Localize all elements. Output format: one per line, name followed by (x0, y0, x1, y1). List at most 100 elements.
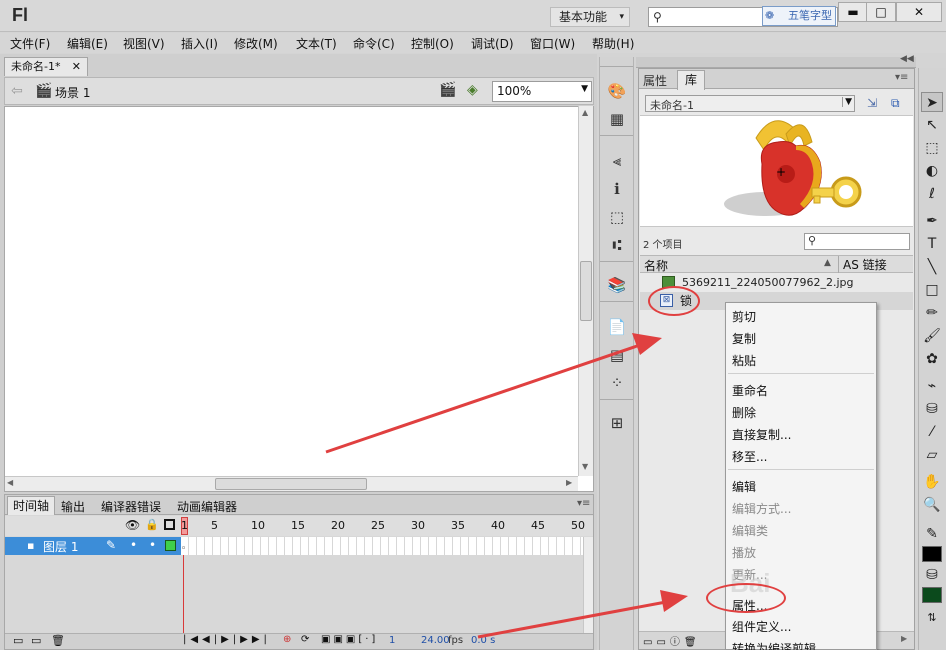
scrollbar-thumb[interactable] (215, 478, 367, 490)
menu-item-move-to[interactable]: 移至... (732, 448, 767, 465)
scene-label[interactable]: 场景 1 (55, 84, 90, 101)
subselection-tool-icon[interactable]: ↖ (921, 115, 943, 135)
collapse-panel-icon[interactable]: ◀◀ (900, 54, 914, 64)
close-button[interactable]: ✕ (896, 2, 942, 22)
tab-output[interactable]: 输出 (61, 498, 85, 515)
current-frame[interactable]: 1 (389, 635, 395, 646)
tab-motion-editor[interactable]: 动画编辑器 (177, 498, 237, 515)
visibility-dot-icon[interactable]: • (130, 538, 137, 552)
maximize-button[interactable]: □ (866, 2, 896, 22)
fill-color-swatch[interactable] (922, 587, 942, 603)
menu-item-copy[interactable]: 复制 (732, 330, 756, 347)
trash-icon[interactable]: 🗑 (51, 634, 65, 647)
menu-help[interactable]: 帮助(H) (592, 35, 634, 52)
frame-strip[interactable] (181, 537, 583, 555)
tab-compiler-errors[interactable]: 编译器错误 (101, 498, 161, 515)
brush-tool-icon[interactable]: 🖌 (921, 326, 943, 346)
project-icon[interactable]: ⊞ (606, 413, 628, 433)
lock-dot-icon[interactable]: • (149, 538, 156, 552)
eraser-tool-icon[interactable]: ▱ (921, 445, 943, 465)
edit-scene-icon[interactable]: 🎬 (439, 82, 456, 98)
library-search-input[interactable]: ⚲ (804, 233, 910, 250)
menu-item-rename[interactable]: 重命名 (732, 382, 768, 399)
vertical-scrollbar[interactable]: ▲ ▼ (578, 106, 593, 476)
menu-debug[interactable]: 调试(D) (471, 35, 514, 52)
lasso-tool-icon[interactable]: ℓ (921, 184, 943, 204)
menu-commands[interactable]: 命令(C) (353, 35, 395, 52)
playback-controls-icon[interactable]: |◀◀|▶|▶▶| (183, 634, 271, 645)
center-frame-icon[interactable]: ⊕ (283, 634, 291, 645)
layer-name[interactable]: 图层 1 (43, 538, 78, 555)
ime-status-bar[interactable]: ❁ 五笔字型 (762, 6, 836, 26)
scroll-up-icon[interactable]: ▲ (582, 108, 588, 117)
scroll-left-icon[interactable]: ◀ (7, 478, 13, 487)
back-arrow-icon[interactable]: ⇦ (11, 83, 23, 99)
tab-library[interactable]: 库 (677, 70, 705, 90)
tab-timeline[interactable]: 时间轴 (7, 496, 55, 515)
layer-row[interactable]: ▪ 图层 1 ✎ • • (5, 537, 181, 555)
lock-all-icon[interactable]: 🔒 (145, 518, 159, 531)
column-name[interactable]: 名称 (644, 257, 668, 274)
new-folder-icon[interactable]: ▭ (31, 634, 41, 647)
loop-icon[interactable]: ⟳ (301, 634, 309, 645)
menu-edit[interactable]: 编辑(E) (67, 35, 108, 52)
menu-insert[interactable]: 插入(I) (181, 35, 218, 52)
stroke-color-swatch[interactable] (922, 546, 942, 562)
zoom-select[interactable]: 100% ▼ (492, 81, 592, 102)
new-layer-icon[interactable]: ▭ (13, 634, 23, 647)
menu-item-convert-to-compiled-clip[interactable]: 转换为编译剪辑 (732, 640, 816, 650)
sort-up-icon[interactable]: ▲ (824, 258, 831, 268)
color-palette-icon[interactable]: 🎨 (606, 81, 628, 101)
menu-text[interactable]: 文本(T) (296, 35, 337, 52)
scroll-right-icon[interactable]: ▶ (566, 478, 572, 487)
info-icon[interactable]: ℹ (606, 179, 628, 199)
library-footer-buttons-icon[interactable]: ▭▭ⓘ🗑 (643, 633, 701, 648)
swap-colors-icon[interactable]: ⇅ (921, 608, 943, 628)
3d-rotation-tool-icon[interactable]: ◐ (921, 161, 943, 181)
motion-presets-icon[interactable]: ⁘ (606, 373, 628, 393)
close-icon[interactable]: ✕ (72, 58, 81, 76)
menu-window[interactable]: 窗口(W) (530, 35, 575, 52)
column-as-linkage[interactable]: AS 链接 (838, 256, 887, 273)
selection-tool-icon[interactable]: ➤ (921, 92, 943, 112)
zoom-tool-icon[interactable]: 🔍 (921, 495, 943, 515)
menu-view[interactable]: 视图(V) (123, 35, 165, 52)
horizontal-scrollbar[interactable]: ◀ ▶ (5, 476, 578, 491)
panel-menu-icon[interactable]: ▾≡ (577, 498, 590, 509)
eyedropper-tool-icon[interactable]: ⁄ (921, 422, 943, 442)
workspace-switcher[interactable]: 基本功能 ▾ (550, 7, 630, 27)
stroke-color-icon[interactable]: ✎ (921, 524, 943, 544)
edit-symbols-icon[interactable]: ◈ (467, 82, 478, 98)
library-books-icon[interactable]: 📚 (606, 275, 628, 295)
timeline-vscroll[interactable] (583, 537, 593, 637)
menu-item-edit[interactable]: 编辑 (732, 478, 756, 495)
pencil-tool-icon[interactable]: ✏ (921, 303, 943, 323)
line-tool-icon[interactable]: ╲ (921, 257, 943, 277)
panel-menu-icon[interactable]: ▾≡ (895, 72, 908, 83)
pen-tool-icon[interactable]: ✒ (921, 211, 943, 231)
minimize-button[interactable]: ▬ (838, 2, 868, 22)
show-hide-all-icon[interactable]: 👁 (125, 518, 140, 532)
menu-modify[interactable]: 修改(M) (234, 35, 278, 52)
bone-tool-icon[interactable]: ⌁ (921, 376, 943, 396)
paint-bucket-tool-icon[interactable]: ⛁ (921, 399, 943, 419)
components-icon[interactable]: ▤ (606, 345, 628, 365)
transform-icon[interactable]: ⬚ (606, 207, 628, 227)
tab-properties[interactable]: 属性 (643, 72, 667, 89)
onion-skin-icon[interactable]: ▣▣▣[·] (321, 634, 378, 645)
menu-item-delete[interactable]: 删除 (732, 404, 756, 421)
swatches-grid-icon[interactable]: ▦ (606, 109, 628, 129)
document-tab[interactable]: 未命名-1* ✕ (4, 57, 88, 76)
text-tool-icon[interactable]: T (921, 234, 943, 254)
scroll-right-icon[interactable]: ▶ (901, 634, 907, 643)
pin-library-icon[interactable]: ⇲ (867, 96, 877, 110)
menu-item-cut[interactable]: 剪切 (732, 308, 756, 325)
free-transform-tool-icon[interactable]: ⬚ (921, 138, 943, 158)
history-icon[interactable]: ⑆ (606, 235, 628, 255)
menu-control[interactable]: 控制(O) (411, 35, 454, 52)
actions-script-icon[interactable]: 📄 (606, 317, 628, 337)
new-library-panel-icon[interactable]: ⧉ (891, 96, 900, 111)
menu-file[interactable]: 文件(F) (10, 35, 50, 52)
scroll-down-icon[interactable]: ▼ (582, 462, 588, 471)
rectangle-tool-icon[interactable]: □ (921, 280, 943, 300)
